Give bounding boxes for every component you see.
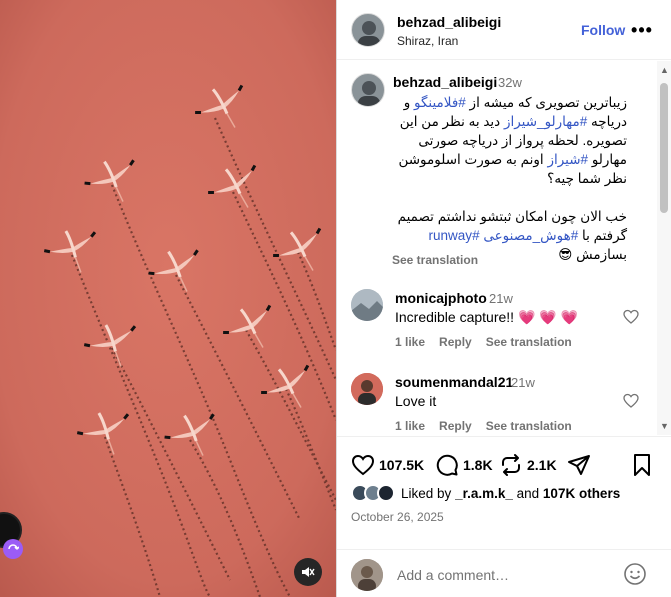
like-comment-icon[interactable] xyxy=(623,393,639,409)
caption-time: 32w xyxy=(498,75,522,90)
reposts-count[interactable]: 2.1K xyxy=(527,457,557,473)
comment-text: Incredible capture!! 💗 💗 💗 xyxy=(395,309,579,325)
comment-likes[interactable]: 1 like xyxy=(395,419,425,433)
share-action[interactable] xyxy=(567,453,591,477)
save-action[interactable] xyxy=(631,453,653,477)
caption-line: خب الان چون امکان ثبتشو نداشتم تصمیم xyxy=(397,209,627,224)
caption-text: زیباترین تصویری که میشه از #فلامینگو و د… xyxy=(391,93,627,264)
commenter-avatar[interactable] xyxy=(351,373,383,405)
emoji-icon[interactable] xyxy=(623,562,647,586)
post-date[interactable]: October 26, 2025 xyxy=(351,510,444,524)
caption-line: مهارلو #شیراز اونم به صورت اسلوموشن xyxy=(398,152,627,167)
see-translation-link[interactable]: See translation xyxy=(486,335,572,349)
bookmark-icon[interactable] xyxy=(631,453,653,477)
liked-by-and: and xyxy=(516,485,540,501)
follow-button[interactable]: Follow xyxy=(581,22,625,38)
commenter-avatar[interactable] xyxy=(351,289,383,321)
like-comment-icon[interactable] xyxy=(623,309,639,325)
comment-meta: 1 like Reply See translation xyxy=(395,419,572,433)
caption-line: گرفتم با #هوش_مصنوعی #runway xyxy=(428,228,627,243)
reply-button[interactable]: Reply xyxy=(439,419,472,433)
repost-icon[interactable] xyxy=(499,453,523,477)
remix-icon[interactable] xyxy=(3,539,23,559)
liked-by-others[interactable]: 107K others xyxy=(543,486,620,501)
heart-icon[interactable] xyxy=(351,453,375,477)
author-username[interactable]: behzad_alibeigi xyxy=(397,14,501,30)
caption-see-translation[interactable]: See translation xyxy=(392,253,478,267)
comment-item: monicajphoto 21w Incredible capture!! 💗 … xyxy=(337,289,657,373)
comment-time: 21w xyxy=(489,291,513,306)
see-translation-link[interactable]: See translation xyxy=(486,419,572,433)
repost-action[interactable]: 2.1K xyxy=(499,453,557,477)
current-user-avatar xyxy=(351,559,383,591)
caption-line: زیباترین تصویری که میشه از #فلامینگو و xyxy=(403,95,627,110)
likes-count[interactable]: 107.5K xyxy=(379,457,424,473)
comment-username[interactable]: monicajphoto xyxy=(395,290,487,306)
caption-line: نظر شما چیه؟ xyxy=(547,171,627,186)
caption-line: دریاچه #مهارلو_شیراز دید به نظر من این xyxy=(399,114,627,129)
muted-speaker-icon xyxy=(302,567,315,577)
comment-likes[interactable]: 1 like xyxy=(395,335,425,349)
scrollbar-thumb[interactable] xyxy=(660,83,668,213)
caption-avatar[interactable] xyxy=(351,73,385,107)
scroll-down-icon[interactable]: ▼ xyxy=(660,421,669,431)
comment-username[interactable]: soumenmandal21 xyxy=(395,374,513,390)
author-avatar[interactable] xyxy=(351,13,385,47)
post-video[interactable] xyxy=(0,0,336,597)
caption-username[interactable]: behzad_alibeigi xyxy=(393,74,497,90)
scroll-up-icon[interactable]: ▲ xyxy=(660,65,669,75)
post-sidebar: behzad_alibeigi Shiraz, Iran Follow ••• … xyxy=(336,0,671,597)
post-actions: 107.5K 1.8K 2.1K Liked by _r.a.m.k_ and … xyxy=(337,436,671,596)
liked-by-prefix: Liked by xyxy=(401,485,452,501)
comment-item: soumenmandal21 21w Love it 1 like Reply … xyxy=(337,373,657,435)
reply-button[interactable]: Reply xyxy=(439,335,472,349)
comment-icon[interactable] xyxy=(435,453,459,477)
liked-by: Liked by _r.a.m.k_ and 107K others xyxy=(351,484,620,502)
add-comment-bar: Add a comment… xyxy=(337,549,671,597)
comment-action[interactable]: 1.8K xyxy=(435,453,493,477)
flamingo-image xyxy=(0,0,336,597)
comments-scrollbar[interactable]: ▲ ▼ xyxy=(657,61,671,435)
comments-count[interactable]: 1.8K xyxy=(463,457,493,473)
share-icon[interactable] xyxy=(567,453,591,477)
liked-by-user[interactable]: _r.a.m.k_ xyxy=(455,486,513,501)
post-header: behzad_alibeigi Shiraz, Iran Follow ••• xyxy=(337,0,671,60)
comment-time: 21w xyxy=(511,375,535,390)
comment-meta: 1 like Reply See translation xyxy=(395,335,572,349)
post-dialog: behzad_alibeigi Shiraz, Iran Follow ••• … xyxy=(0,0,671,597)
like-action[interactable]: 107.5K xyxy=(351,453,424,477)
comment-text: Love it xyxy=(395,393,437,409)
comments-list[interactable]: behzad_alibeigi 32w زیباترین تصویری که م… xyxy=(337,61,657,435)
liked-by-avatars[interactable] xyxy=(351,484,397,502)
mute-button[interactable] xyxy=(294,558,322,586)
add-comment-input[interactable]: Add a comment… xyxy=(397,567,509,583)
more-options-icon[interactable]: ••• xyxy=(631,20,653,40)
caption-line: تصویره. لحظه پرواز از دریاچه صورتی xyxy=(418,133,627,148)
post-location[interactable]: Shiraz, Iran xyxy=(397,34,458,48)
